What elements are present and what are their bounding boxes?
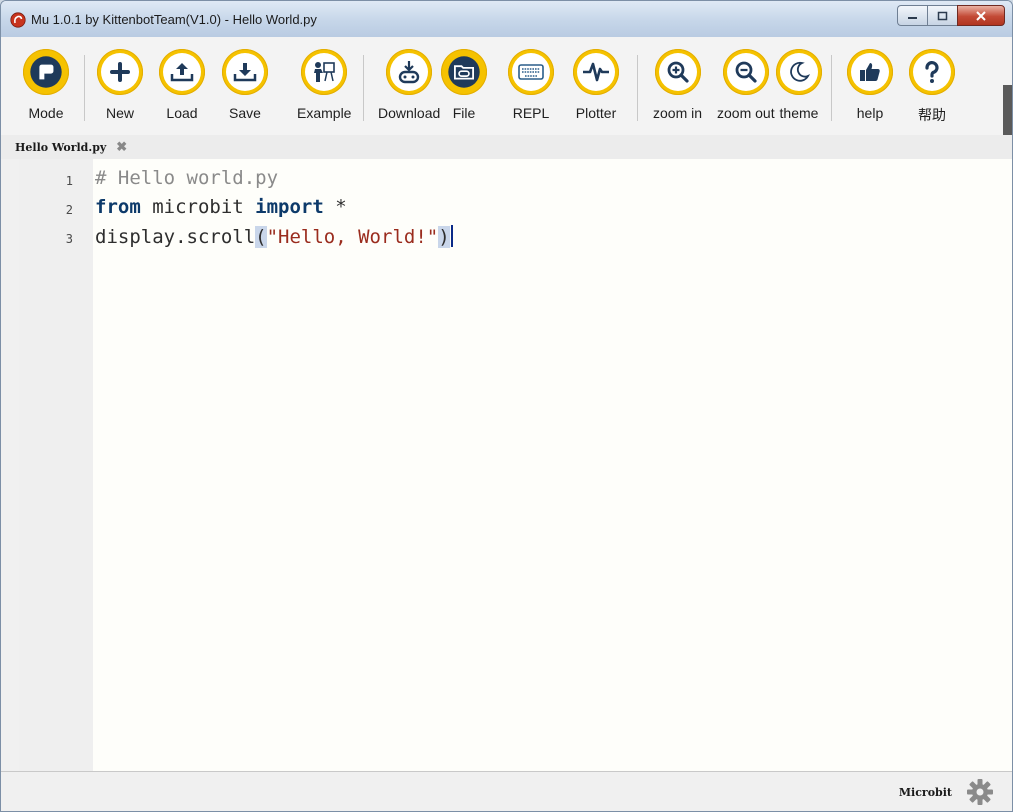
toolbar-separator: [363, 55, 364, 121]
theme-label: theme: [779, 105, 819, 121]
tab-hello-world[interactable]: Hello World.py ✖: [15, 135, 127, 159]
status-bar: Microbit: [1, 771, 1012, 811]
theme-button[interactable]: theme: [776, 49, 822, 121]
save-button[interactable]: Save: [222, 49, 268, 121]
code-line[interactable]: from microbit import *: [95, 196, 347, 218]
example-label: Example: [297, 105, 352, 121]
help-cn-label: 帮助: [918, 107, 946, 123]
help-label: help: [856, 105, 884, 121]
example-button[interactable]: Example: [297, 49, 351, 121]
moon-icon: [790, 61, 811, 82]
mu-logo-icon: [10, 12, 26, 28]
code-line[interactable]: # Hello world.py: [95, 167, 278, 189]
zoom-in-label: zoom in: [653, 105, 703, 121]
question-icon: [925, 61, 939, 83]
keyboard-icon: [518, 64, 544, 80]
text-cursor: [450, 225, 453, 247]
code-editor[interactable]: 1 # Hello world.py 2 from microbit import *…: [19, 159, 1012, 771]
files-icon: [448, 56, 480, 88]
flash-download-icon: [398, 61, 420, 84]
download-label: Download: [378, 105, 441, 121]
toolbar: Mode New Load Save Example Download File…: [1, 37, 1012, 163]
load-button[interactable]: Load: [159, 49, 205, 121]
mode-icon: [30, 56, 62, 88]
code-token: ): [438, 226, 450, 248]
maximize-button[interactable]: [927, 5, 957, 26]
zoom-out-button[interactable]: zoom out: [717, 49, 775, 121]
download-button[interactable]: Download: [378, 49, 440, 121]
mode-label: Mode: [28, 105, 64, 121]
toolbar-separator: [831, 55, 832, 121]
new-button[interactable]: New: [97, 49, 143, 121]
plotter-label: Plotter: [575, 105, 617, 121]
zoom-out-icon: [735, 61, 757, 83]
presenter-icon: [314, 62, 336, 82]
close-window-button[interactable]: [957, 5, 1005, 26]
close-icon: [976, 10, 986, 21]
code-token: display.scroll: [95, 226, 256, 248]
toolbar-separator: [637, 55, 638, 121]
mode-button[interactable]: Mode: [23, 49, 69, 121]
save-label: Save: [229, 105, 261, 121]
code-token: import: [255, 196, 324, 218]
code-token: *: [323, 196, 347, 218]
code-line[interactable]: display.scroll("Hello, World!"): [95, 225, 453, 248]
line-number: 1: [65, 174, 73, 188]
zoom-in-button[interactable]: zoom in: [653, 49, 702, 121]
tab-close-icon[interactable]: ✖: [116, 140, 127, 155]
window-title: Mu 1.0.1 by KittenbotTeam(V1.0) - Hello …: [31, 12, 317, 27]
left-margin: [1, 159, 19, 771]
tab-bar: Hello World.py ✖: [1, 135, 1012, 160]
toolbar-separator: [84, 55, 85, 121]
repl-label: REPL: [512, 105, 550, 121]
line-number: 3: [65, 232, 73, 246]
pulse-icon: [583, 62, 609, 82]
file-button[interactable]: File: [441, 49, 487, 121]
plus-icon: [110, 62, 130, 82]
tab-label: Hello World.py: [15, 140, 107, 154]
title-bar[interactable]: Mu 1.0.1 by KittenbotTeam(V1.0) - Hello …: [1, 1, 1012, 37]
load-label: Load: [166, 105, 198, 121]
mu-editor-window: Mu 1.0.1 by KittenbotTeam(V1.0) - Hello …: [0, 0, 1013, 812]
upload-icon: [170, 63, 194, 82]
repl-button[interactable]: REPL: [508, 49, 554, 121]
current-mode-label[interactable]: Microbit: [899, 786, 952, 799]
new-label: New: [105, 105, 134, 121]
code-token: microbit: [140, 196, 256, 218]
help-button[interactable]: help: [847, 49, 893, 121]
zoom-out-label: zoom out: [717, 105, 775, 121]
plotter-button[interactable]: Plotter: [573, 49, 619, 121]
window-controls: [897, 5, 1005, 27]
code-token: # Hello world.py: [95, 167, 279, 189]
download-icon: [233, 63, 257, 82]
code-token: "Hello, World!": [266, 226, 439, 248]
minimize-icon: [907, 16, 917, 19]
maximize-icon: [937, 11, 947, 20]
minimize-button[interactable]: [897, 5, 927, 26]
thumbs-up-icon: [860, 63, 880, 81]
gear-icon[interactable]: [966, 778, 994, 806]
zoom-in-icon: [667, 61, 689, 83]
line-number-gutter: [19, 159, 93, 771]
help-cn-button[interactable]: 帮助: [909, 49, 955, 125]
code-token: from: [95, 196, 141, 218]
code-token: (: [255, 226, 267, 248]
line-number: 2: [65, 203, 73, 217]
file-label: File: [452, 105, 476, 121]
